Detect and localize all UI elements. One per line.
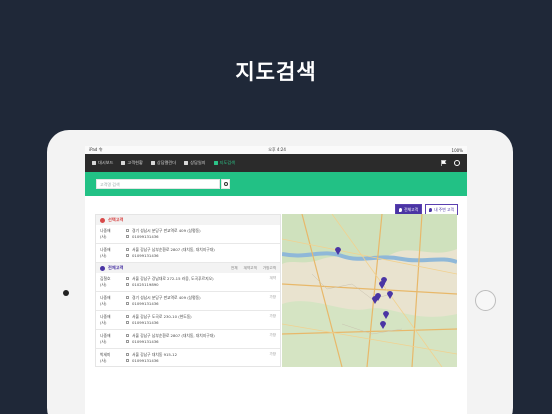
list-item[interactable]: 나중애 (사) 서울 강남구 남부순환로 2807 (대치동, 대치지구대) 0109… [96,330,280,349]
list-item[interactable]: 김철호 (사) 서울 강남구 강남대로 272-15 러웅, 도곡푸르지오) 0102… [96,273,280,292]
nav-item-calendar[interactable]: 상담캘린더 [150,160,176,166]
customer-info: 경기 성남시 분당구 판교역로 409 (상평동) 01099131436 [126,228,201,241]
phone-icon [126,234,129,238]
journal-icon [184,161,189,165]
phone-icon [126,358,129,362]
pin-icon [429,207,433,212]
tablet-camera [63,290,69,296]
filter-prospect[interactable]: 가망고객 [263,266,276,271]
pin-icon [100,265,105,271]
top-nav: 대시보드 고객현황 상담캘린더 상담일지 지도검색 [85,154,467,172]
map-canvas[interactable] [282,214,457,367]
customer-name: 나중애 (사) [100,247,111,258]
customer-name: 김철호 (사) [100,276,111,287]
customer-info: 서울 강남구 남부순환로 2807 (대치동, 대치지구대) 0109913143… [126,333,215,346]
nav-item-customers[interactable]: 고객현황 [121,160,143,166]
nav-item-journal[interactable]: 상담일지 [184,160,206,166]
search-input[interactable]: 고객명 검색 [96,179,220,189]
map-pin-icon [213,161,218,165]
search-bar-area: 고객명 검색 [85,172,467,196]
pin-icon [399,207,403,212]
page-headline: 지도검색 [235,60,317,84]
list-item[interactable]: 박세미 (사) 서울 강남구 대치동 915-12 01099131436 가망 [96,349,280,366]
list-item[interactable]: 나중애 (사) 서울 강남구 도곡로 230-10 (현도동) 01099131436… [96,311,280,330]
customer-name: 나중애 (사) [100,228,111,239]
building-icon [126,296,129,299]
search-icon [223,182,228,186]
customer-info: 서울 강남구 남부순환로 2807 (대치동, 대치지구대) 0109913143… [126,247,215,260]
list-item[interactable]: 나중애 (사) 경기 성남시 분당구 판교역로 409 (상평동) 010991314… [96,225,280,244]
status-battery: 100% [451,147,463,153]
phone-icon [126,320,129,324]
filter-all[interactable]: 전체 [231,266,238,271]
customer-info: 서울 강남구 도곡로 230-10 (현도동) 01099131436 [126,314,192,327]
list-item[interactable]: 나중애 (사) 서울 강남구 남부순환로 2807 (대치동, 대치지구대) 0109… [96,244,280,263]
status-time: 오후 4:24 [268,147,286,152]
building-icon [126,315,129,318]
list-item[interactable]: 나중애 (사) 경기 성남시 분당구 판교역로 409 (상평동) 010991314… [96,292,280,311]
folder-icon [92,161,96,165]
user-icon [121,161,126,165]
building-icon [126,353,129,356]
filter-contract[interactable]: 계약고객 [244,266,257,271]
building-icon [126,248,129,251]
customer-tag: 가망 [269,352,276,356]
nav-item-map[interactable]: 지도검색 [213,160,235,166]
phone-icon [126,282,129,286]
customer-list: 선택고객 나중애 (사) 경기 성남시 분당구 판교역로 409 (상평동) 0109… [95,214,281,367]
customer-tag: 가망 [269,295,276,299]
customer-name: 나중애 (사) [100,295,111,306]
phone-icon [126,301,129,305]
section-selected: 선택고객 [96,215,280,225]
customer-name: 나중애 (사) [100,333,111,344]
home-button[interactable] [475,290,496,311]
app-screen: iPad 令 오후 4:24 100% 대시보드 고객현황 상담캘린더 상담일지… [85,146,467,414]
customer-info: 서울 강남구 강남대로 272-15 러웅, 도곡푸르지오) 0102511989… [126,276,214,289]
customer-name: 나중애 (사) [100,314,111,325]
map-view[interactable] [282,214,457,367]
building-icon [126,229,129,232]
power-icon[interactable] [454,160,460,166]
phone-icon [126,339,129,343]
customer-tag: 가망 [269,314,276,318]
status-left: iPad 令 [89,147,103,152]
calendar-icon [150,161,155,165]
customer-name: 박세미 (사) [100,352,111,363]
building-icon [126,277,129,280]
building-icon [126,334,129,337]
search-button[interactable] [221,179,230,189]
phone-icon [126,253,129,257]
status-bar: iPad 令 오후 4:24 100% [85,146,467,154]
shield-icon [100,217,105,223]
customer-info: 서울 강남구 대치동 915-12 01099131436 [126,352,177,365]
customer-tag: 가망 [269,333,276,337]
flag-icon[interactable] [441,160,447,166]
section-all: 전체고객 전체 계약고객 가망고객 [96,263,280,273]
customer-info: 경기 성남시 분당구 판교역로 409 (상평동) 01099131436 [126,295,201,308]
customer-tag: 계약 [269,276,276,280]
nav-item-dashboard[interactable]: 대시보드 [92,160,113,166]
